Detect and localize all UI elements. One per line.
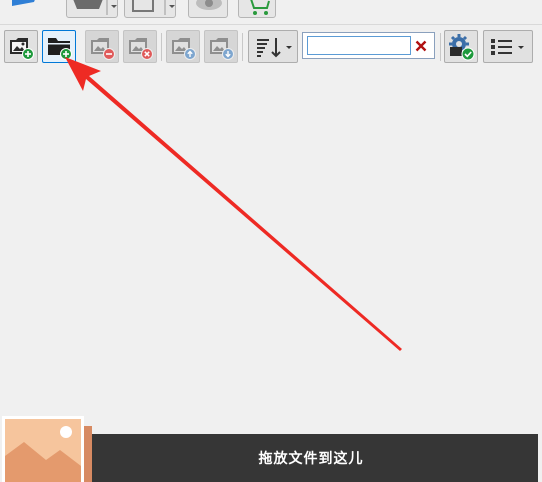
main-toolbar — [0, 25, 542, 65]
close-icon — [415, 40, 427, 51]
add-image-button[interactable] — [4, 30, 38, 63]
sort-dropdown-button[interactable] — [248, 30, 298, 63]
cart-icon — [247, 0, 270, 15]
toolbar-separator — [440, 33, 441, 61]
shirt-dropdown-icon — [73, 0, 117, 15]
save-dropdown-icon — [132, 0, 175, 15]
toolbar-separator — [242, 33, 243, 61]
drop-zone[interactable]: 拖放文件到这儿 — [84, 434, 538, 482]
add-folder-icon — [48, 37, 72, 60]
search-input[interactable] — [307, 36, 411, 55]
play-button[interactable] — [8, 0, 48, 12]
clear-search-button[interactable] — [412, 36, 430, 55]
move-down-image-icon — [210, 37, 234, 60]
list-view-dropdown-button[interactable] — [483, 30, 533, 63]
list-view-dropdown-icon — [491, 38, 524, 55]
add-folder-button[interactable] — [42, 30, 76, 63]
top-toolbar — [0, 0, 542, 25]
eye-icon — [196, 0, 222, 10]
move-up-image-icon — [172, 37, 196, 60]
settings-check-button[interactable] — [444, 30, 478, 63]
shirt-dropdown-button[interactable] — [66, 0, 118, 18]
image-placeholder-icon — [2, 416, 92, 482]
add-image-icon — [10, 37, 34, 60]
toolbar-separator — [161, 33, 162, 61]
delete-image-icon — [129, 37, 153, 60]
remove-image-icon — [91, 37, 115, 60]
sort-dropdown-icon — [257, 37, 292, 57]
save-dropdown-button[interactable] — [124, 0, 176, 18]
cart-button[interactable] — [238, 0, 276, 18]
drop-zone-label: 拖放文件到这儿 — [258, 451, 364, 467]
move-down-image-button[interactable] — [204, 30, 238, 63]
search-box — [302, 32, 435, 59]
image-list-area[interactable] — [0, 66, 542, 434]
remove-image-button[interactable] — [85, 30, 119, 63]
move-up-image-button[interactable] — [166, 30, 200, 63]
preview-button[interactable] — [188, 0, 228, 18]
settings-check-icon — [449, 33, 475, 60]
delete-image-button[interactable] — [123, 30, 157, 63]
play-icon — [12, 0, 35, 6]
